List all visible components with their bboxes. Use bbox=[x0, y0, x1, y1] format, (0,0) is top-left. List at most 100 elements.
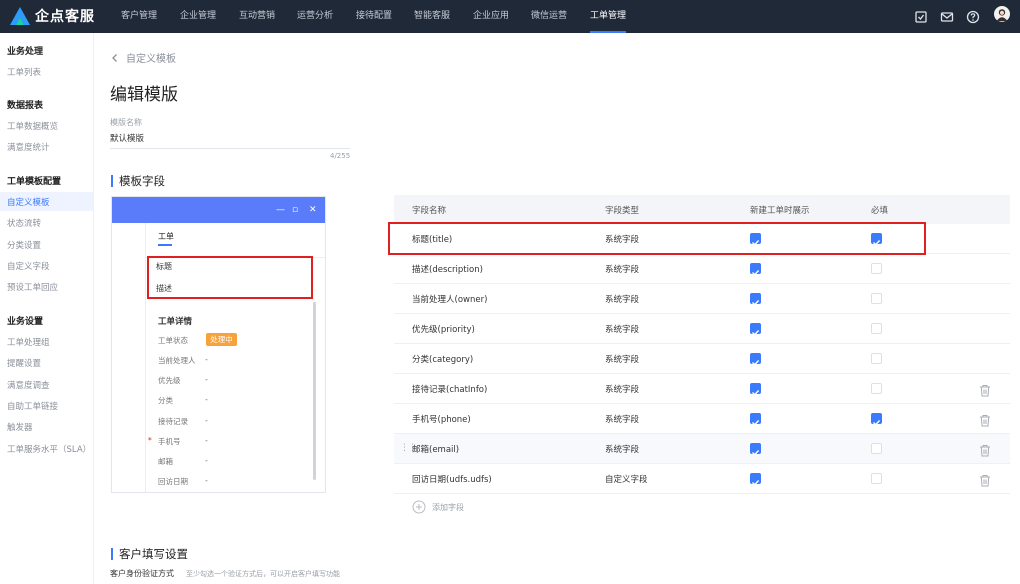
nav-item[interactable]: 企业应用 bbox=[473, 0, 509, 33]
template-name-input[interactable]: 默认模版 bbox=[110, 132, 144, 144]
field-type: 系统字段 bbox=[605, 385, 640, 395]
required-checkbox[interactable] bbox=[871, 443, 882, 454]
nav-item[interactable]: 企业管理 bbox=[180, 0, 216, 33]
header-field-type: 字段类型 bbox=[605, 206, 640, 216]
trash-icon[interactable] bbox=[979, 472, 991, 491]
sidebar-item[interactable]: 满意度调查 bbox=[7, 379, 50, 391]
help-icon[interactable] bbox=[966, 9, 980, 25]
sidebar-group-title: 业务设置 bbox=[7, 317, 44, 327]
preview-field-label: 回访日期 bbox=[158, 477, 188, 487]
show-on-create-checkbox[interactable] bbox=[750, 443, 761, 456]
required-checkbox[interactable] bbox=[871, 263, 882, 274]
preview-field-label: 当前处理人 bbox=[158, 356, 196, 365]
sidebar-group-title: 工单模板配置 bbox=[7, 177, 62, 187]
field-name: 优先级(priority) bbox=[412, 325, 475, 335]
table-header: 字段名称 字段类型 新建工单时展示 必填 bbox=[394, 195, 1010, 224]
top-nav: 企点客服 客户管理 企业管理 互动营销 运营分析 接待配置 智能客服 企业应用 微信运营 工单管… bbox=[0, 0, 1020, 33]
sidebar-item[interactable]: 工单服务水平（SLA） bbox=[7, 443, 91, 455]
nav-item[interactable]: 运营分析 bbox=[297, 0, 333, 33]
show-on-create-checkbox[interactable] bbox=[750, 263, 761, 276]
mail-icon[interactable] bbox=[940, 9, 954, 25]
show-on-create-checkbox[interactable] bbox=[750, 323, 761, 336]
show-on-create-checkbox[interactable] bbox=[750, 293, 761, 306]
fields-section-title: 模板字段 bbox=[111, 173, 165, 189]
sidebar-item[interactable]: 工单数据概览 bbox=[7, 120, 58, 132]
fields-section-text: 模板字段 bbox=[119, 174, 165, 188]
sidebar-item[interactable]: 工单列表 bbox=[7, 66, 41, 78]
nav-item[interactable]: 工单管理 bbox=[590, 0, 627, 33]
show-on-create-checkbox[interactable] bbox=[750, 353, 761, 366]
show-on-create-checkbox[interactable] bbox=[750, 473, 761, 486]
trash-icon[interactable] bbox=[979, 382, 991, 401]
preview-highlight-box bbox=[147, 256, 313, 299]
sidebar-item[interactable]: 自定义字段 bbox=[7, 260, 50, 272]
chevron-left-icon[interactable] bbox=[110, 53, 120, 63]
char-count: 4/255 bbox=[330, 152, 351, 160]
sidebar-group-title: 业务处理 bbox=[7, 47, 44, 57]
field-type: 系统字段 bbox=[605, 445, 640, 455]
plus-circle-icon bbox=[412, 500, 426, 514]
table-highlight-box bbox=[388, 222, 926, 255]
nav-item[interactable]: 接待配置 bbox=[356, 0, 392, 33]
field-name: 分类(category) bbox=[412, 355, 474, 365]
breadcrumb[interactable]: 自定义模板 bbox=[110, 50, 176, 65]
sidebar-item[interactable]: 分类设置 bbox=[7, 239, 41, 251]
minimize-icon: — bbox=[276, 205, 285, 215]
verify-method-hint: 至少勾选一个验证方式后，可以开启客户填写功能 bbox=[186, 570, 340, 578]
add-field-label: 添加字段 bbox=[432, 502, 464, 512]
sidebar-item[interactable]: 自定义模板 bbox=[7, 196, 50, 208]
template-name-label: 模版名称 bbox=[110, 118, 142, 127]
required-checkbox[interactable] bbox=[871, 353, 882, 364]
avatar[interactable] bbox=[992, 6, 1012, 22]
status-badge: 处理中 bbox=[206, 333, 237, 346]
required-checkbox[interactable] bbox=[871, 473, 882, 484]
nav-item[interactable]: 微信运营 bbox=[531, 0, 567, 33]
add-field-button[interactable]: 添加字段 bbox=[412, 500, 464, 514]
preview-status-label: 工单状态 bbox=[158, 336, 188, 345]
template-name-underline bbox=[110, 148, 350, 149]
table-row: ⋮⋮ 邮箱(email) 系统字段 bbox=[394, 434, 1010, 464]
required-checkbox[interactable] bbox=[871, 383, 882, 394]
sidebar-item[interactable]: 提醒设置 bbox=[7, 357, 41, 369]
field-type: 系统字段 bbox=[605, 265, 640, 275]
sidebar-item[interactable]: 预设工单回应 bbox=[7, 281, 58, 293]
preview-scrollbar[interactable] bbox=[313, 302, 316, 480]
customer-section-title: 客户填写设置 bbox=[111, 546, 188, 562]
nav-item[interactable]: 客户管理 bbox=[121, 0, 157, 33]
sidebar-item[interactable]: 工单处理组 bbox=[7, 336, 50, 348]
required-checkbox[interactable] bbox=[871, 323, 882, 334]
nav-item[interactable]: 互动营销 bbox=[239, 0, 275, 33]
preview-field-value: - bbox=[205, 395, 208, 405]
preview-field-label: 邮箱 bbox=[158, 457, 173, 466]
required-checkbox[interactable] bbox=[871, 293, 882, 304]
show-on-create-checkbox[interactable] bbox=[750, 383, 761, 396]
preview-header: — ▫ ✕ bbox=[112, 197, 325, 223]
task-icon[interactable] bbox=[914, 9, 928, 25]
sidebar-item[interactable]: 触发器 bbox=[7, 421, 33, 433]
table-row: 当前处理人(owner) 系统字段 bbox=[394, 284, 1010, 314]
app-logo[interactable]: 企点客服 bbox=[10, 6, 95, 26]
table-row: 回访日期(udfs.udfs) 自定义字段 bbox=[394, 464, 1010, 494]
trash-icon[interactable] bbox=[979, 412, 991, 431]
sidebar-item[interactable]: 满意度统计 bbox=[7, 141, 50, 153]
required-mark: * bbox=[148, 435, 152, 445]
sidebar-item[interactable]: 状态流转 bbox=[7, 217, 41, 229]
table-row: 手机号(phone) 系统字段 bbox=[394, 404, 1010, 434]
breadcrumb-label: 自定义模板 bbox=[126, 54, 176, 65]
nav-item[interactable]: 智能客服 bbox=[414, 0, 450, 33]
preview-field-label: 优先级 bbox=[158, 376, 181, 386]
sidebar-item[interactable]: 自助工单链接 bbox=[7, 400, 58, 412]
field-name: 接待记录(chatInfo) bbox=[412, 385, 488, 395]
field-type: 系统字段 bbox=[605, 415, 640, 425]
header-show-on-create: 新建工单时展示 bbox=[750, 206, 810, 216]
header-field-name: 字段名称 bbox=[412, 206, 447, 216]
ticket-preview: — ▫ ✕ 工单 标题 描述 工单详情 工单状态 处理中 当前处理人 - 优先级 - 分… bbox=[111, 196, 326, 493]
trash-icon[interactable] bbox=[979, 442, 991, 461]
preview-field-value: - bbox=[205, 476, 208, 486]
table-row: 接待记录(chatInfo) 系统字段 bbox=[394, 374, 1010, 404]
verify-method-label: 客户身份验证方式 bbox=[110, 569, 174, 578]
show-on-create-checkbox[interactable] bbox=[750, 413, 761, 426]
preview-field-value: - bbox=[205, 435, 208, 445]
required-checkbox[interactable] bbox=[871, 413, 882, 426]
app-name: 企点客服 bbox=[35, 9, 95, 25]
